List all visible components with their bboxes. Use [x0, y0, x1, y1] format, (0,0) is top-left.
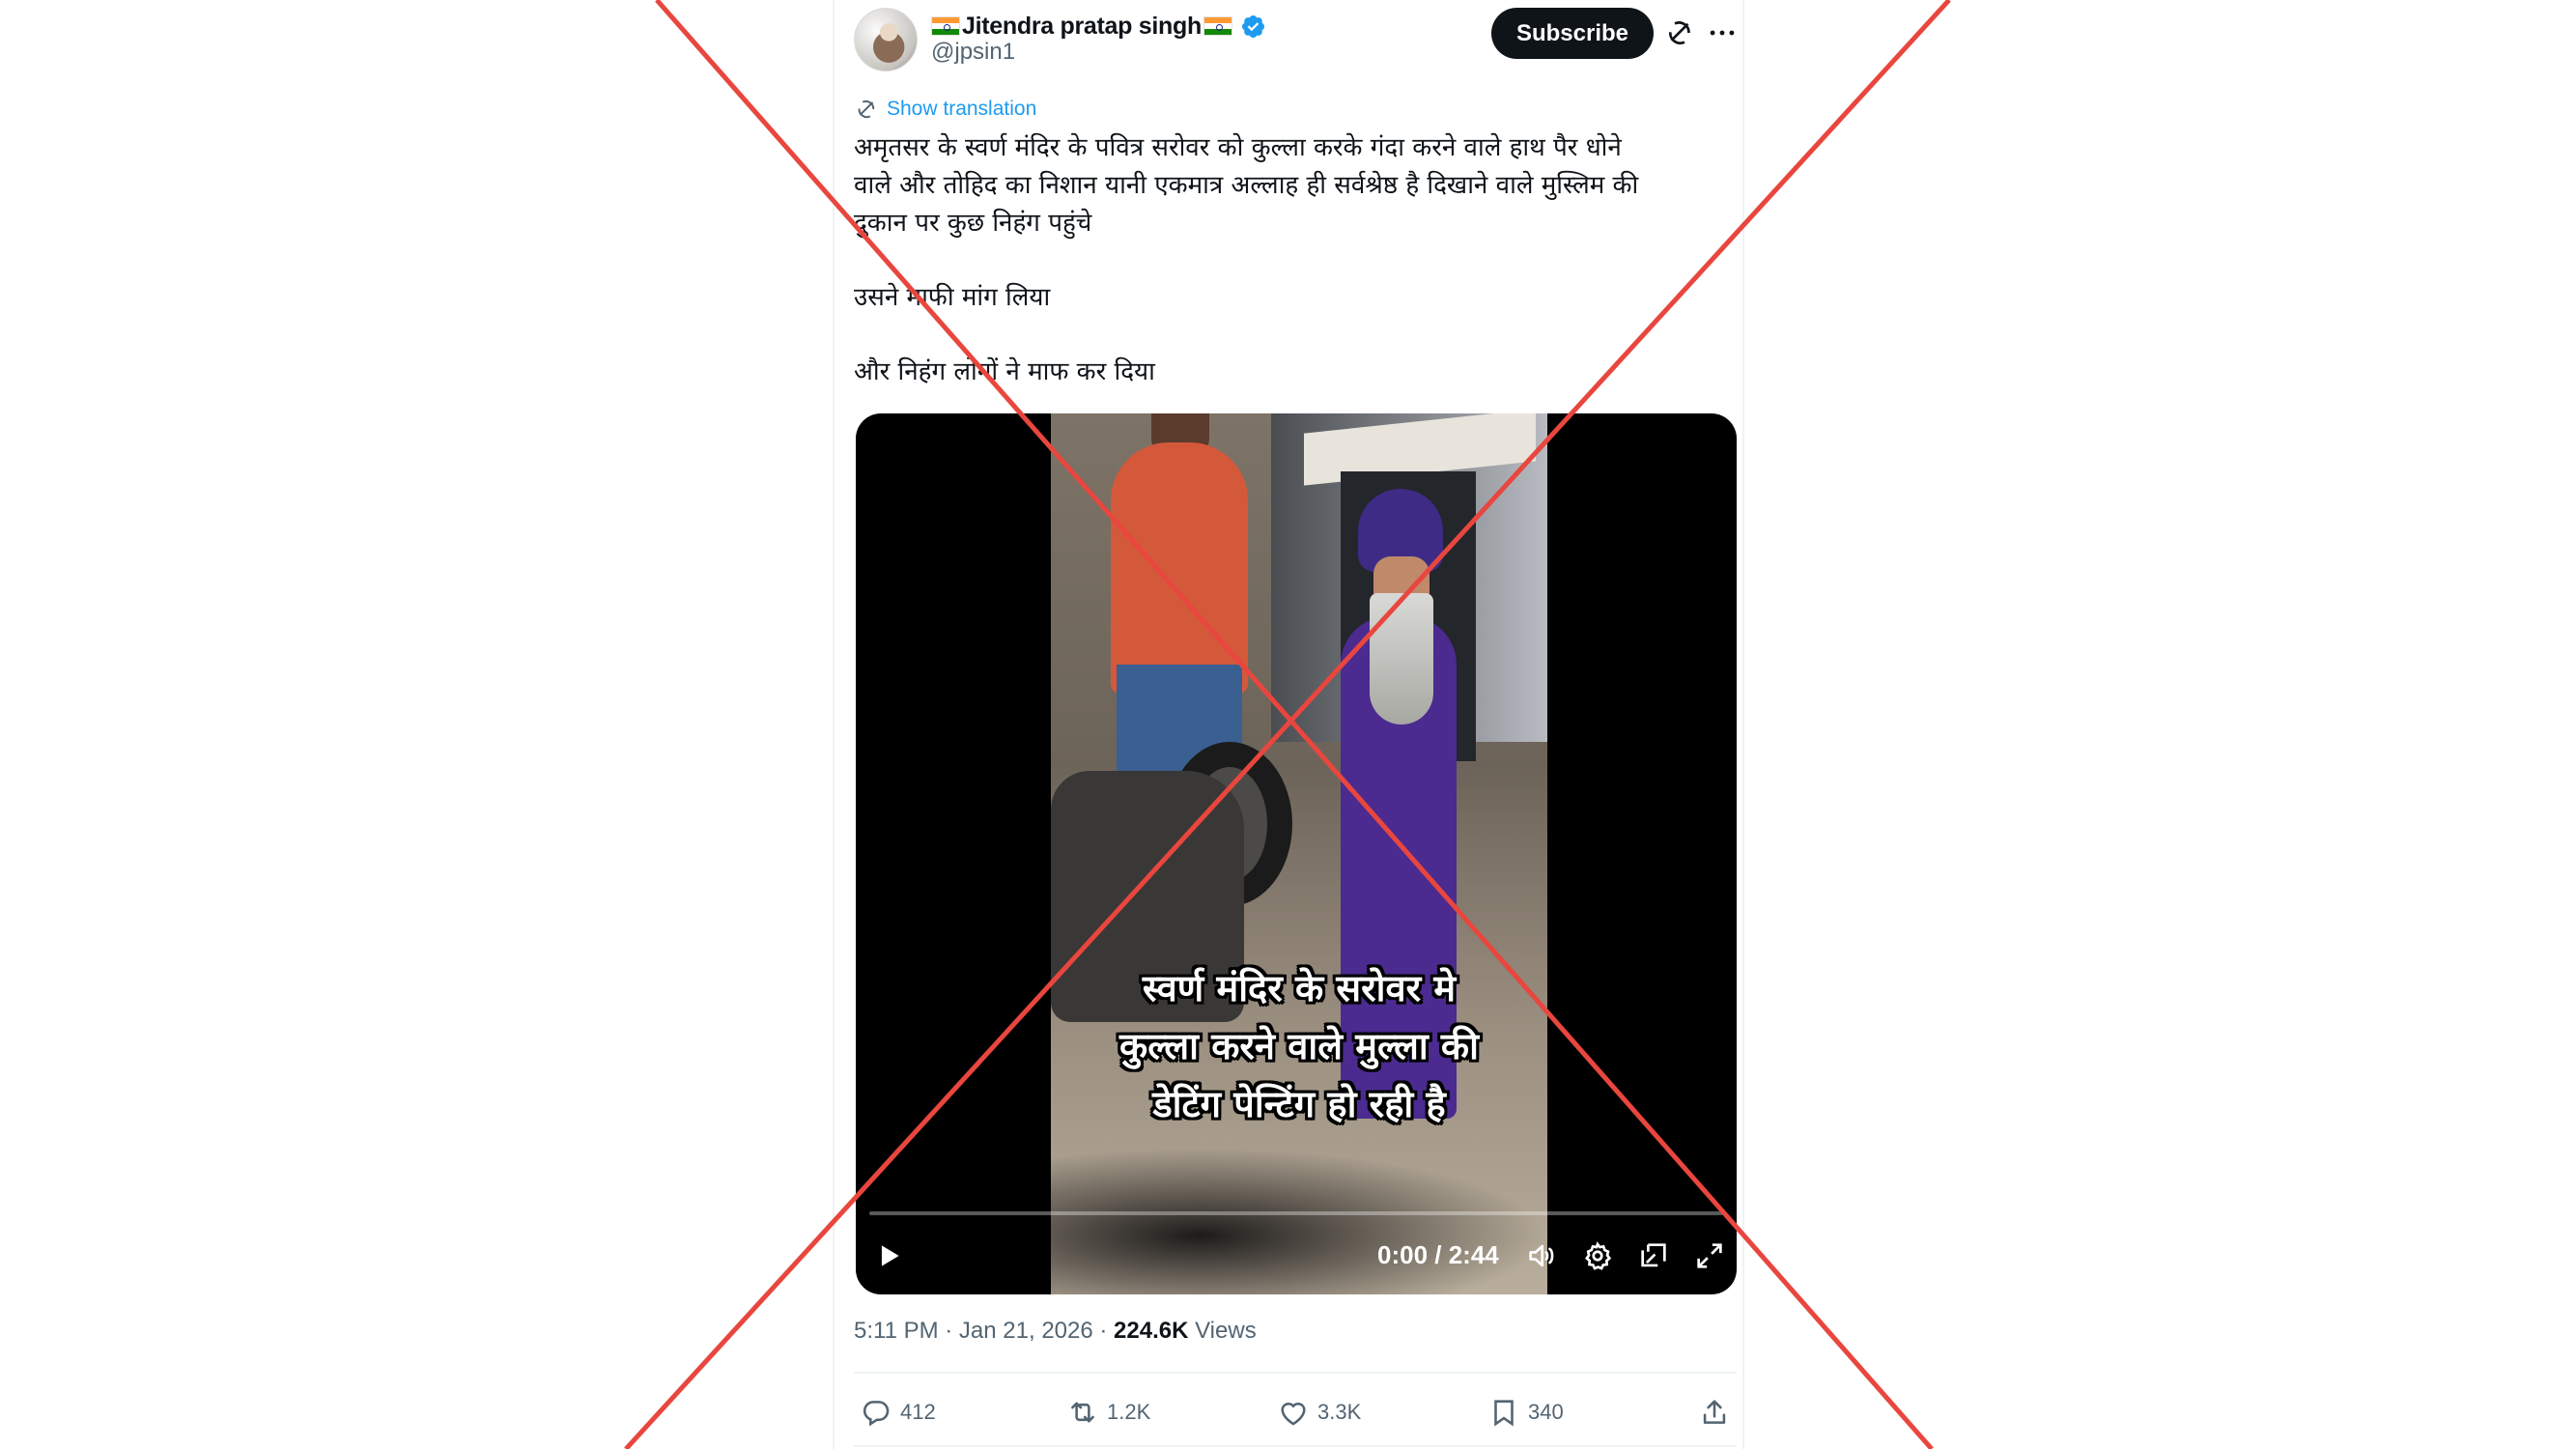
india-flag-icon: [931, 16, 960, 36]
action-bar: 412 1.2K 3.3K 340: [854, 1387, 1737, 1437]
divider: [854, 1445, 1737, 1447]
bookmark-count: 340: [1528, 1400, 1564, 1424]
timestamp-text[interactable]: 5:11 PM · Jan 21, 2026 ·: [854, 1318, 1114, 1344]
author-avatar[interactable]: [854, 8, 918, 71]
repost-count: 1.2K: [1107, 1400, 1151, 1424]
tweet-text-line: और निहंग लोगों ने माफ कर दिया: [854, 357, 1155, 386]
video-player[interactable]: स्वर्ण मंदिर के सरोवर मे कुल्ला करने वाल…: [856, 413, 1737, 1294]
tweet-text: अमृतसर के स्वर्ण मंदिर के पवित्र सरोवर क…: [854, 129, 1723, 391]
video-time: 0:00 / 2:44: [1377, 1240, 1499, 1269]
views-label: Views: [1188, 1318, 1257, 1344]
caption-line: कुल्ला करने वाले मुल्ला की: [1119, 1025, 1479, 1067]
translation-row[interactable]: Show translation: [854, 97, 1036, 122]
more-icon[interactable]: [1706, 16, 1739, 49]
like-button[interactable]: 3.3K: [1277, 1387, 1361, 1437]
author-handle[interactable]: @jpsin1: [931, 39, 1015, 66]
ground-shadow: [1051, 1148, 1547, 1294]
grok-icon[interactable]: [1663, 16, 1696, 49]
bookmark-button[interactable]: 340: [1487, 1387, 1564, 1437]
volume-icon[interactable]: [1522, 1236, 1561, 1275]
share-icon: [1703, 1400, 1726, 1424]
tweet-text-line: दुकान पर कुछ निहंग पहुंचे: [854, 209, 1092, 238]
reply-icon: [863, 1401, 890, 1427]
tweet-text-line: उसने माफी मांग लिया: [854, 283, 1051, 312]
bookmark-icon: [1494, 1400, 1514, 1427]
author-name-row[interactable]: Jitendra pratap singh: [931, 10, 1266, 43]
video-progress-bar[interactable]: [869, 1211, 1723, 1215]
settings-icon[interactable]: [1578, 1236, 1617, 1275]
video-frame[interactable]: स्वर्ण मंदिर के सरोवर मे कुल्ला करने वाल…: [1051, 413, 1547, 1294]
show-translation-link[interactable]: Show translation: [887, 98, 1036, 121]
india-flag-icon: [1203, 16, 1232, 36]
caption-line: डेटिंग पेन्टिंग हो रही है: [1152, 1083, 1446, 1125]
subscribe-button[interactable]: Subscribe: [1491, 8, 1654, 59]
video-caption: स्वर्ण मंदिर के सरोवर मे कुल्ला करने वाल…: [1051, 959, 1547, 1133]
translate-icon: [854, 97, 879, 122]
pip-icon[interactable]: [1634, 1236, 1673, 1275]
caption-line: स्वर्ण मंदिर के सरोवर मे: [1142, 967, 1457, 1009]
tweet-text-line: अमृतसर के स्वर्ण मंदिर के पवित्र सरोवर क…: [854, 133, 1622, 162]
like-icon: [1281, 1402, 1306, 1426]
tweet-timestamp[interactable]: 5:11 PM · Jan 21, 2026 · 224.6K Views: [854, 1318, 1257, 1345]
repost-icon: [1071, 1402, 1094, 1423]
verified-badge-icon: [1240, 14, 1266, 40]
share-button[interactable]: [1698, 1387, 1731, 1437]
author-display-name[interactable]: Jitendra pratap singh: [962, 13, 1202, 41]
tweet-text-line: वाले और तोहिद का निशान यानी एकमात्र अल्ल…: [854, 171, 1639, 200]
fullscreen-icon[interactable]: [1690, 1236, 1729, 1275]
like-count: 3.3K: [1317, 1400, 1362, 1424]
person-orange-shirt: [1111, 442, 1248, 694]
reply-count: 412: [900, 1400, 936, 1424]
divider: [854, 1372, 1737, 1374]
beard: [1370, 593, 1433, 724]
reply-button[interactable]: 412: [860, 1387, 936, 1437]
views-count: 224.6K: [1114, 1318, 1189, 1344]
repost-button[interactable]: 1.2K: [1066, 1387, 1150, 1437]
play-icon[interactable]: [869, 1236, 908, 1275]
